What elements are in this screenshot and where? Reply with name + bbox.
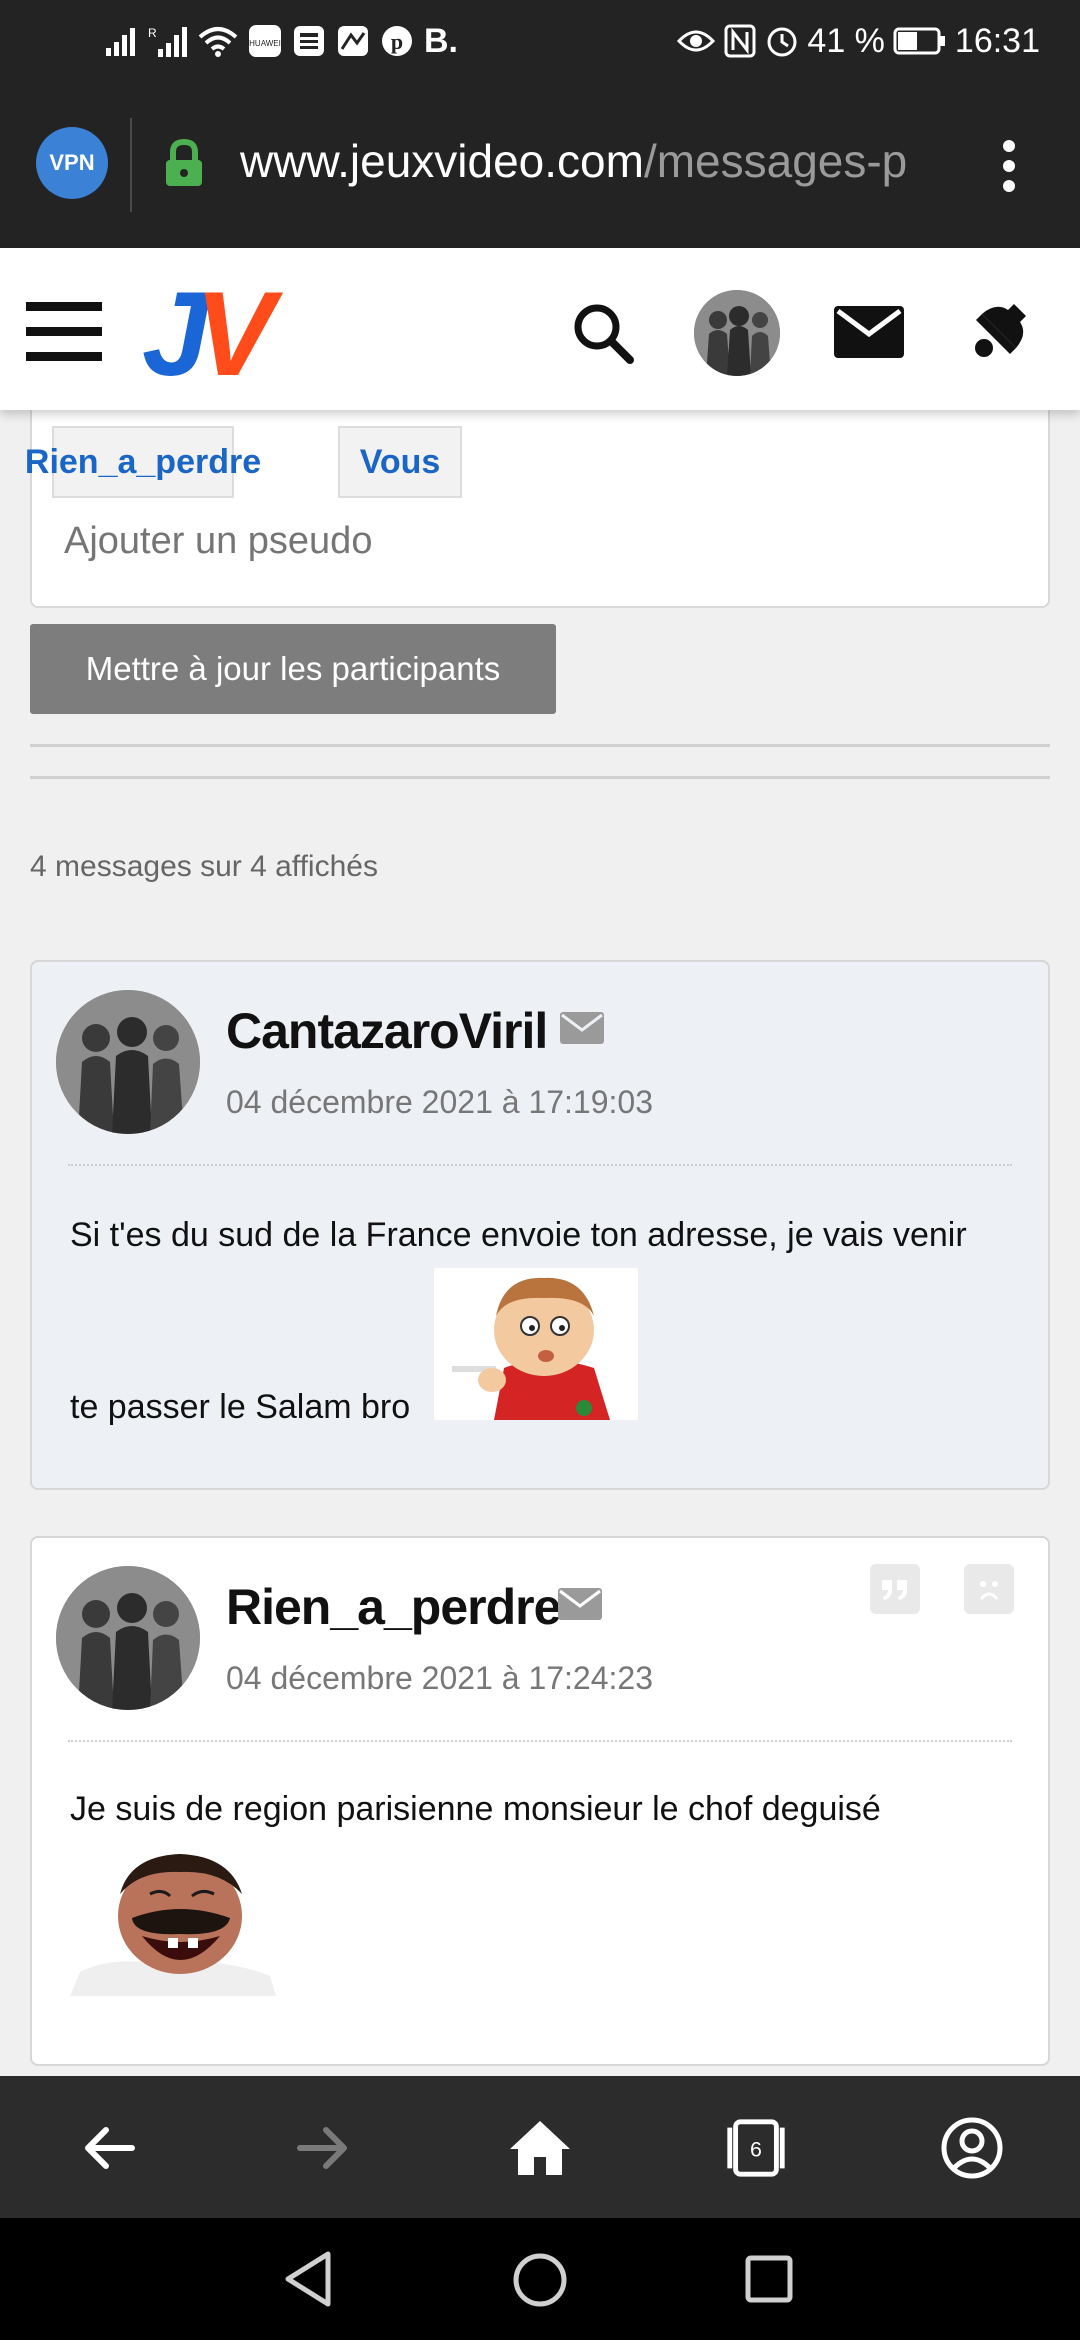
gallery-icon bbox=[336, 24, 370, 58]
browser-url-bar: VPN www.jeuxvideo.com/messages-p bbox=[0, 82, 1080, 248]
svg-text:R: R bbox=[148, 26, 157, 40]
search-icon[interactable] bbox=[570, 300, 636, 366]
quote-icon[interactable] bbox=[870, 1564, 920, 1614]
post-separator bbox=[68, 1740, 1012, 1742]
back-arrow-icon[interactable] bbox=[74, 2114, 142, 2182]
add-pseudo-input[interactable] bbox=[64, 520, 964, 563]
system-nav-bar bbox=[0, 2218, 1080, 2340]
tabs-icon[interactable]: 6 bbox=[722, 2114, 790, 2182]
participants-box: Rien_a_perdre Vous bbox=[25, 380, 1050, 608]
post-date[interactable]: 04 décembre 2021 à 17:24:23 bbox=[226, 1660, 653, 1697]
alarm-icon bbox=[765, 24, 799, 58]
battery-icon bbox=[893, 24, 947, 58]
wifi-icon bbox=[198, 24, 238, 58]
sticker-image[interactable] bbox=[70, 1844, 276, 1996]
jv-logo[interactable]: JV bbox=[142, 274, 275, 394]
menu-icon[interactable] bbox=[26, 302, 102, 362]
avatar[interactable] bbox=[56, 990, 200, 1134]
avatar[interactable] bbox=[56, 1566, 200, 1710]
post-text-line: Je suis de region parisienne monsieur le… bbox=[70, 1790, 881, 1828]
message-count: 4 messages sur 4 affichés bbox=[30, 850, 378, 883]
url-host: www.jeuxvideo.com bbox=[240, 135, 644, 187]
news-icon bbox=[292, 24, 326, 58]
account-icon[interactable] bbox=[938, 2114, 1006, 2182]
home-icon[interactable] bbox=[506, 2114, 574, 2182]
message-post: CantazaroViril 04 décembre 2021 à 17:19:… bbox=[30, 960, 1050, 1490]
post-author[interactable]: Rien_a_perdre bbox=[226, 1578, 561, 1636]
signal-roaming-icon: R bbox=[148, 24, 188, 58]
url-field[interactable]: www.jeuxvideo.com/messages-p bbox=[240, 134, 960, 188]
svg-text:p: p bbox=[391, 29, 403, 54]
battery-percent: 41 % bbox=[807, 21, 885, 60]
signal-icon bbox=[104, 24, 138, 58]
vpn-badge[interactable]: VPN bbox=[36, 127, 108, 199]
post-text-line: te passer le Salam bro bbox=[70, 1388, 411, 1426]
user-avatar[interactable] bbox=[694, 290, 780, 376]
participant-chip[interactable]: Vous bbox=[338, 426, 462, 498]
message-post: Rien_a_perdre 04 décembre 2021 à 17:24:2… bbox=[30, 1536, 1050, 2066]
bell-icon[interactable] bbox=[970, 298, 1032, 364]
sticker-image[interactable] bbox=[434, 1268, 638, 1420]
clock: 16:31 bbox=[954, 21, 1040, 60]
system-home-icon[interactable] bbox=[512, 2252, 568, 2308]
post-separator bbox=[68, 1164, 1012, 1166]
status-bar: R HUAWEI p B. 41 % 16:31 bbox=[0, 0, 1080, 82]
url-divider bbox=[130, 118, 132, 212]
divider bbox=[30, 744, 1050, 747]
mail-icon[interactable] bbox=[834, 306, 904, 358]
post-author[interactable]: CantazaroViril bbox=[226, 1002, 548, 1060]
lock-icon[interactable] bbox=[162, 138, 206, 188]
tab-count: 6 bbox=[750, 2138, 762, 2162]
update-participants-button[interactable]: Mettre à jour les participants bbox=[30, 624, 556, 714]
huawei-icon: HUAWEI bbox=[248, 24, 282, 58]
system-recents-icon[interactable] bbox=[744, 2254, 794, 2304]
site-header: JV bbox=[0, 248, 1080, 410]
participant-chip[interactable]: Rien_a_perdre bbox=[25, 426, 261, 498]
report-sad-icon[interactable] bbox=[964, 1564, 1014, 1614]
url-path: /messages-p bbox=[643, 135, 908, 187]
svg-text:HUAWEI: HUAWEI bbox=[249, 39, 281, 48]
nfc-icon bbox=[723, 24, 757, 58]
system-back-icon[interactable] bbox=[282, 2250, 334, 2308]
divider bbox=[30, 776, 1050, 779]
browser-bottom-nav: 6 bbox=[0, 2076, 1080, 2218]
private-message-icon[interactable] bbox=[558, 1588, 602, 1620]
forward-arrow-icon[interactable] bbox=[290, 2114, 358, 2182]
post-date[interactable]: 04 décembre 2021 à 17:19:03 bbox=[226, 1084, 653, 1121]
pinterest-icon: p bbox=[380, 24, 414, 58]
post-text-line: Si t'es du sud de la France envoie ton a… bbox=[70, 1216, 967, 1254]
more-vert-icon[interactable] bbox=[992, 138, 1026, 194]
eye-icon bbox=[677, 24, 716, 58]
private-message-icon[interactable] bbox=[560, 1012, 604, 1044]
booking-icon: B. bbox=[424, 21, 458, 60]
